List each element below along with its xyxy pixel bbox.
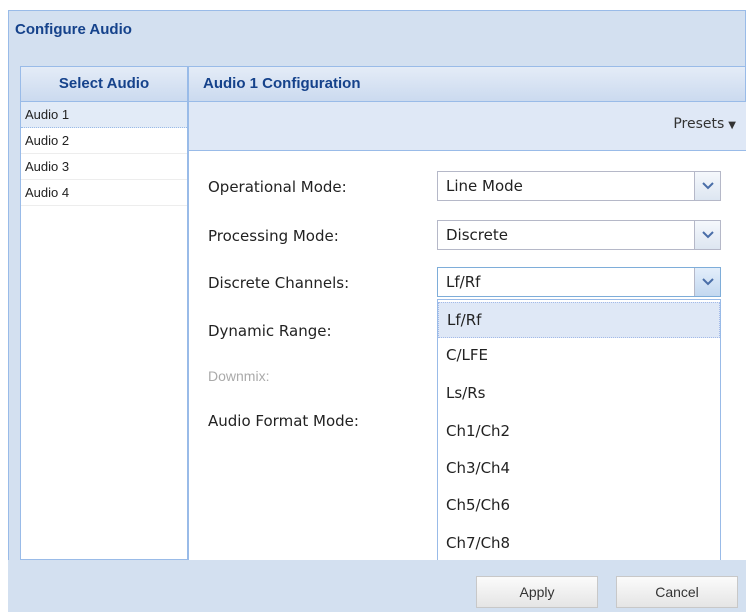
cancel-button[interactable]: Cancel	[616, 576, 738, 608]
presets-label: Presets	[673, 116, 725, 132]
operational-mode-select[interactable]: Line Mode	[437, 171, 721, 201]
chevron-down-icon[interactable]	[694, 268, 720, 296]
dropdown-option[interactable]: C/LFE	[438, 337, 720, 373]
processing-mode-value: Discrete	[446, 226, 508, 244]
dropdown-option[interactable]: Lf/Rf	[438, 302, 720, 338]
select-audio-header: Select Audio	[20, 66, 188, 102]
chevron-down-icon[interactable]	[694, 221, 720, 249]
processing-mode-label: Processing Mode:	[208, 227, 339, 245]
operational-mode-value: Line Mode	[446, 177, 523, 195]
chevron-down-icon[interactable]	[694, 172, 720, 200]
caret-down-icon: ▼	[728, 120, 736, 131]
dropdown-option[interactable]: Ch1/Ch2	[438, 413, 720, 449]
discrete-channels-select[interactable]: Lf/Rf	[437, 267, 721, 297]
dropdown-option[interactable]: Ls/Rs	[438, 375, 720, 411]
window-title: Configure Audio	[15, 21, 132, 38]
apply-button[interactable]: Apply	[476, 576, 598, 608]
operational-mode-label: Operational Mode:	[208, 178, 347, 196]
discrete-channels-dropdown: Lf/Rf C/LFE Ls/Rs Ch1/Ch2 Ch3/Ch4 Ch5/Ch…	[437, 299, 721, 565]
processing-mode-select[interactable]: Discrete	[437, 220, 721, 250]
audio-config-header: Audio 1 Configuration	[188, 66, 746, 102]
audio-list-item-1[interactable]: Audio 1	[21, 102, 187, 128]
discrete-channels-value: Lf/Rf	[446, 273, 481, 291]
dropdown-option[interactable]: Ch5/Ch6	[438, 487, 720, 523]
discrete-channels-label: Discrete Channels:	[208, 274, 350, 292]
downmix-label: Downmix:	[208, 368, 270, 384]
audio-list-item-2[interactable]: Audio 2	[21, 128, 187, 154]
presets-menu-button[interactable]: Presets ▼	[673, 116, 736, 132]
config-toolbar: Presets ▼	[189, 102, 746, 151]
audio-list-item-4[interactable]: Audio 4	[21, 180, 187, 206]
dropdown-option[interactable]: Ch3/Ch4	[438, 450, 720, 486]
audio-format-mode-label: Audio Format Mode:	[208, 412, 359, 430]
audio-list-item-3[interactable]: Audio 3	[21, 154, 187, 180]
dynamic-range-label: Dynamic Range:	[208, 322, 332, 340]
dropdown-option[interactable]: Ch7/Ch8	[438, 525, 720, 561]
